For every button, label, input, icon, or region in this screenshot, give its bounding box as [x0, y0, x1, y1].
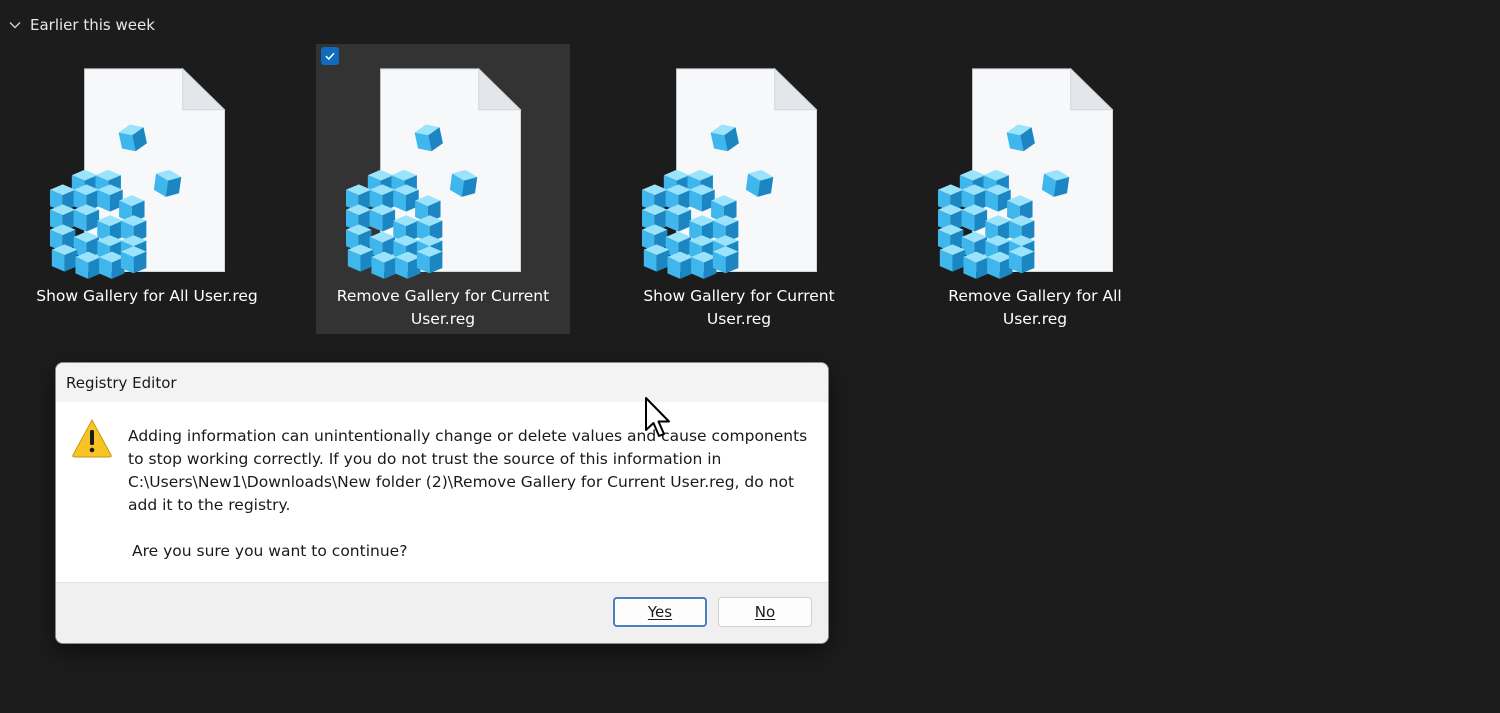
confirm-question: Are you sure you want to continue? [132, 542, 408, 560]
warning-text: Adding information can unintentionally c… [128, 427, 808, 514]
group-header-earlier-this-week[interactable]: Earlier this week [8, 13, 155, 37]
file-item-remove-gallery-all-user[interactable]: Remove Gallery for All User.reg [908, 44, 1162, 334]
warning-icon [72, 418, 112, 458]
no-button[interactable]: No [718, 597, 812, 627]
file-name: Remove Gallery for All User.reg [948, 287, 1122, 328]
dialog-titlebar[interactable]: Registry Editor [56, 363, 828, 402]
chevron-down-icon [9, 22, 21, 29]
registry-file-icon [918, 60, 1118, 285]
file-name: Show Gallery for All User.reg [36, 287, 258, 305]
registry-file-icon [30, 60, 230, 285]
registry-file-icon [326, 60, 526, 285]
yes-button[interactable]: Yes [613, 597, 707, 627]
dialog-body: Adding information can unintentionally c… [56, 402, 828, 584]
file-item-remove-gallery-current-user[interactable]: Remove Gallery for Current User.reg [316, 44, 570, 334]
dialog-footer: Yes No [56, 582, 828, 643]
group-header-label: Earlier this week [30, 16, 155, 34]
registry-editor-dialog: Registry Editor Adding information can u… [55, 362, 829, 644]
file-name: Remove Gallery for Current User.reg [336, 287, 550, 328]
dialog-message: Adding information can unintentionally c… [128, 425, 818, 563]
file-item-show-gallery-all-user[interactable]: Show Gallery for All User.reg [20, 44, 274, 334]
dialog-title: Registry Editor [66, 373, 177, 392]
file-explorer-view: Earlier this week Show Gallery for All U… [0, 0, 1500, 713]
registry-file-icon [622, 60, 822, 285]
file-name: Show Gallery for Current User.reg [643, 287, 835, 328]
file-item-show-gallery-current-user[interactable]: Show Gallery for Current User.reg [612, 44, 866, 334]
